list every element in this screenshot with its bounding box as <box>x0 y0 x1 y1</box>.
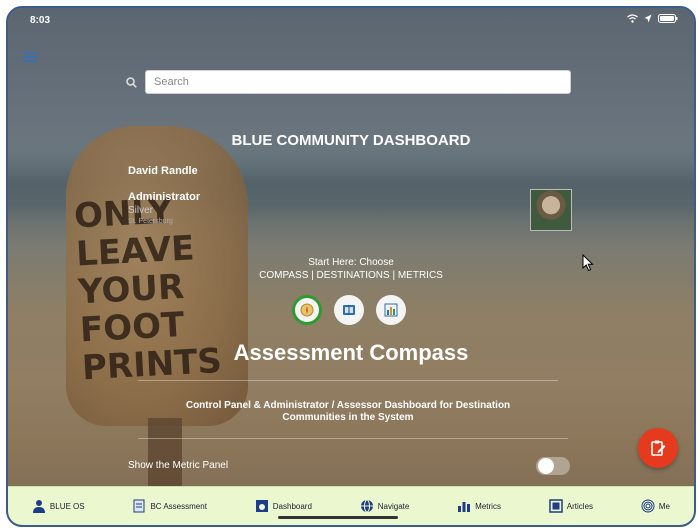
nav-item-blue-os[interactable]: BLUE OS <box>32 499 85 513</box>
nav-label-metrics: Metrics <box>475 501 501 511</box>
status-time: 8:03 <box>30 15 51 26</box>
user-role: Administrator <box>128 191 201 203</box>
battery-icon <box>658 14 678 23</box>
nav-item-dashboard[interactable]: Dashboard <box>255 499 312 513</box>
book-icon <box>343 305 355 315</box>
user-city: St. Petersburg <box>128 218 173 225</box>
sign-post <box>148 418 182 488</box>
nav-label-bc-assessment: BC Assessment <box>150 501 207 511</box>
dashboard-icon <box>255 500 268 512</box>
document-icon <box>133 499 145 513</box>
section-divider-bottom <box>138 438 568 439</box>
nav-label-blue-os: BLUE OS <box>49 501 85 511</box>
clipboard-edit-icon <box>651 440 666 456</box>
wifi-icon <box>627 14 638 23</box>
location-icon <box>644 14 652 23</box>
nav-label-dashboard: Dashboard <box>272 501 312 511</box>
globe-icon <box>360 499 373 513</box>
user-name: David Randle <box>128 165 198 177</box>
status-bar: 8:03 <box>8 8 694 30</box>
dashboard-title: BLUE COMMUNITY DASHBOARD <box>231 132 471 149</box>
metric-panel-label: Show the Metric Panel <box>128 460 229 471</box>
toggle-knob <box>538 458 554 474</box>
hamburger-menu-icon[interactable] <box>23 52 37 62</box>
avatar[interactable] <box>530 189 572 231</box>
person-icon <box>32 500 45 513</box>
nav-item-bc-assessment[interactable]: BC Assessment <box>132 499 207 513</box>
section-subtitle: Control Panel & Administrator / Assessor… <box>185 400 511 423</box>
nav-item-me[interactable]: Me <box>641 499 670 513</box>
search-icon <box>126 77 137 88</box>
nav-label-articles: Articles <box>566 501 594 511</box>
chart-icon <box>458 502 471 512</box>
nav-item-metrics[interactable]: Metrics <box>457 499 501 513</box>
user-tier: Silver <box>128 205 154 216</box>
destinations-button[interactable] <box>334 295 364 325</box>
section-divider-top <box>138 380 558 381</box>
mouse-cursor-icon <box>582 254 594 272</box>
device-frame: ONLYLEAVEYOURFOOTPRINTS 8:03 BLUE COMMUN… <box>6 6 696 527</box>
articles-icon <box>549 499 563 513</box>
bottom-nav: BLUE OS BC Assessment Dashboard Navigate… <box>8 486 694 525</box>
nav-item-navigate[interactable]: Navigate <box>360 499 410 513</box>
nav-label-navigate: Navigate <box>377 501 410 511</box>
nav-label-me: Me <box>658 501 670 511</box>
metrics-button[interactable] <box>376 295 406 325</box>
search-input[interactable] <box>145 70 571 94</box>
compass-button[interactable] <box>292 295 322 325</box>
section-title: Assessment Compass <box>233 340 469 365</box>
home-indicator[interactable] <box>278 516 398 519</box>
metric-panel-toggle[interactable] <box>536 457 570 475</box>
bar-chart-icon <box>384 303 398 317</box>
fingerprint-icon <box>641 499 655 513</box>
assessment-fab-button[interactable] <box>638 428 678 468</box>
status-icons <box>627 14 678 23</box>
compass-icon <box>300 303 314 317</box>
nav-item-articles[interactable]: Articles <box>549 499 593 513</box>
